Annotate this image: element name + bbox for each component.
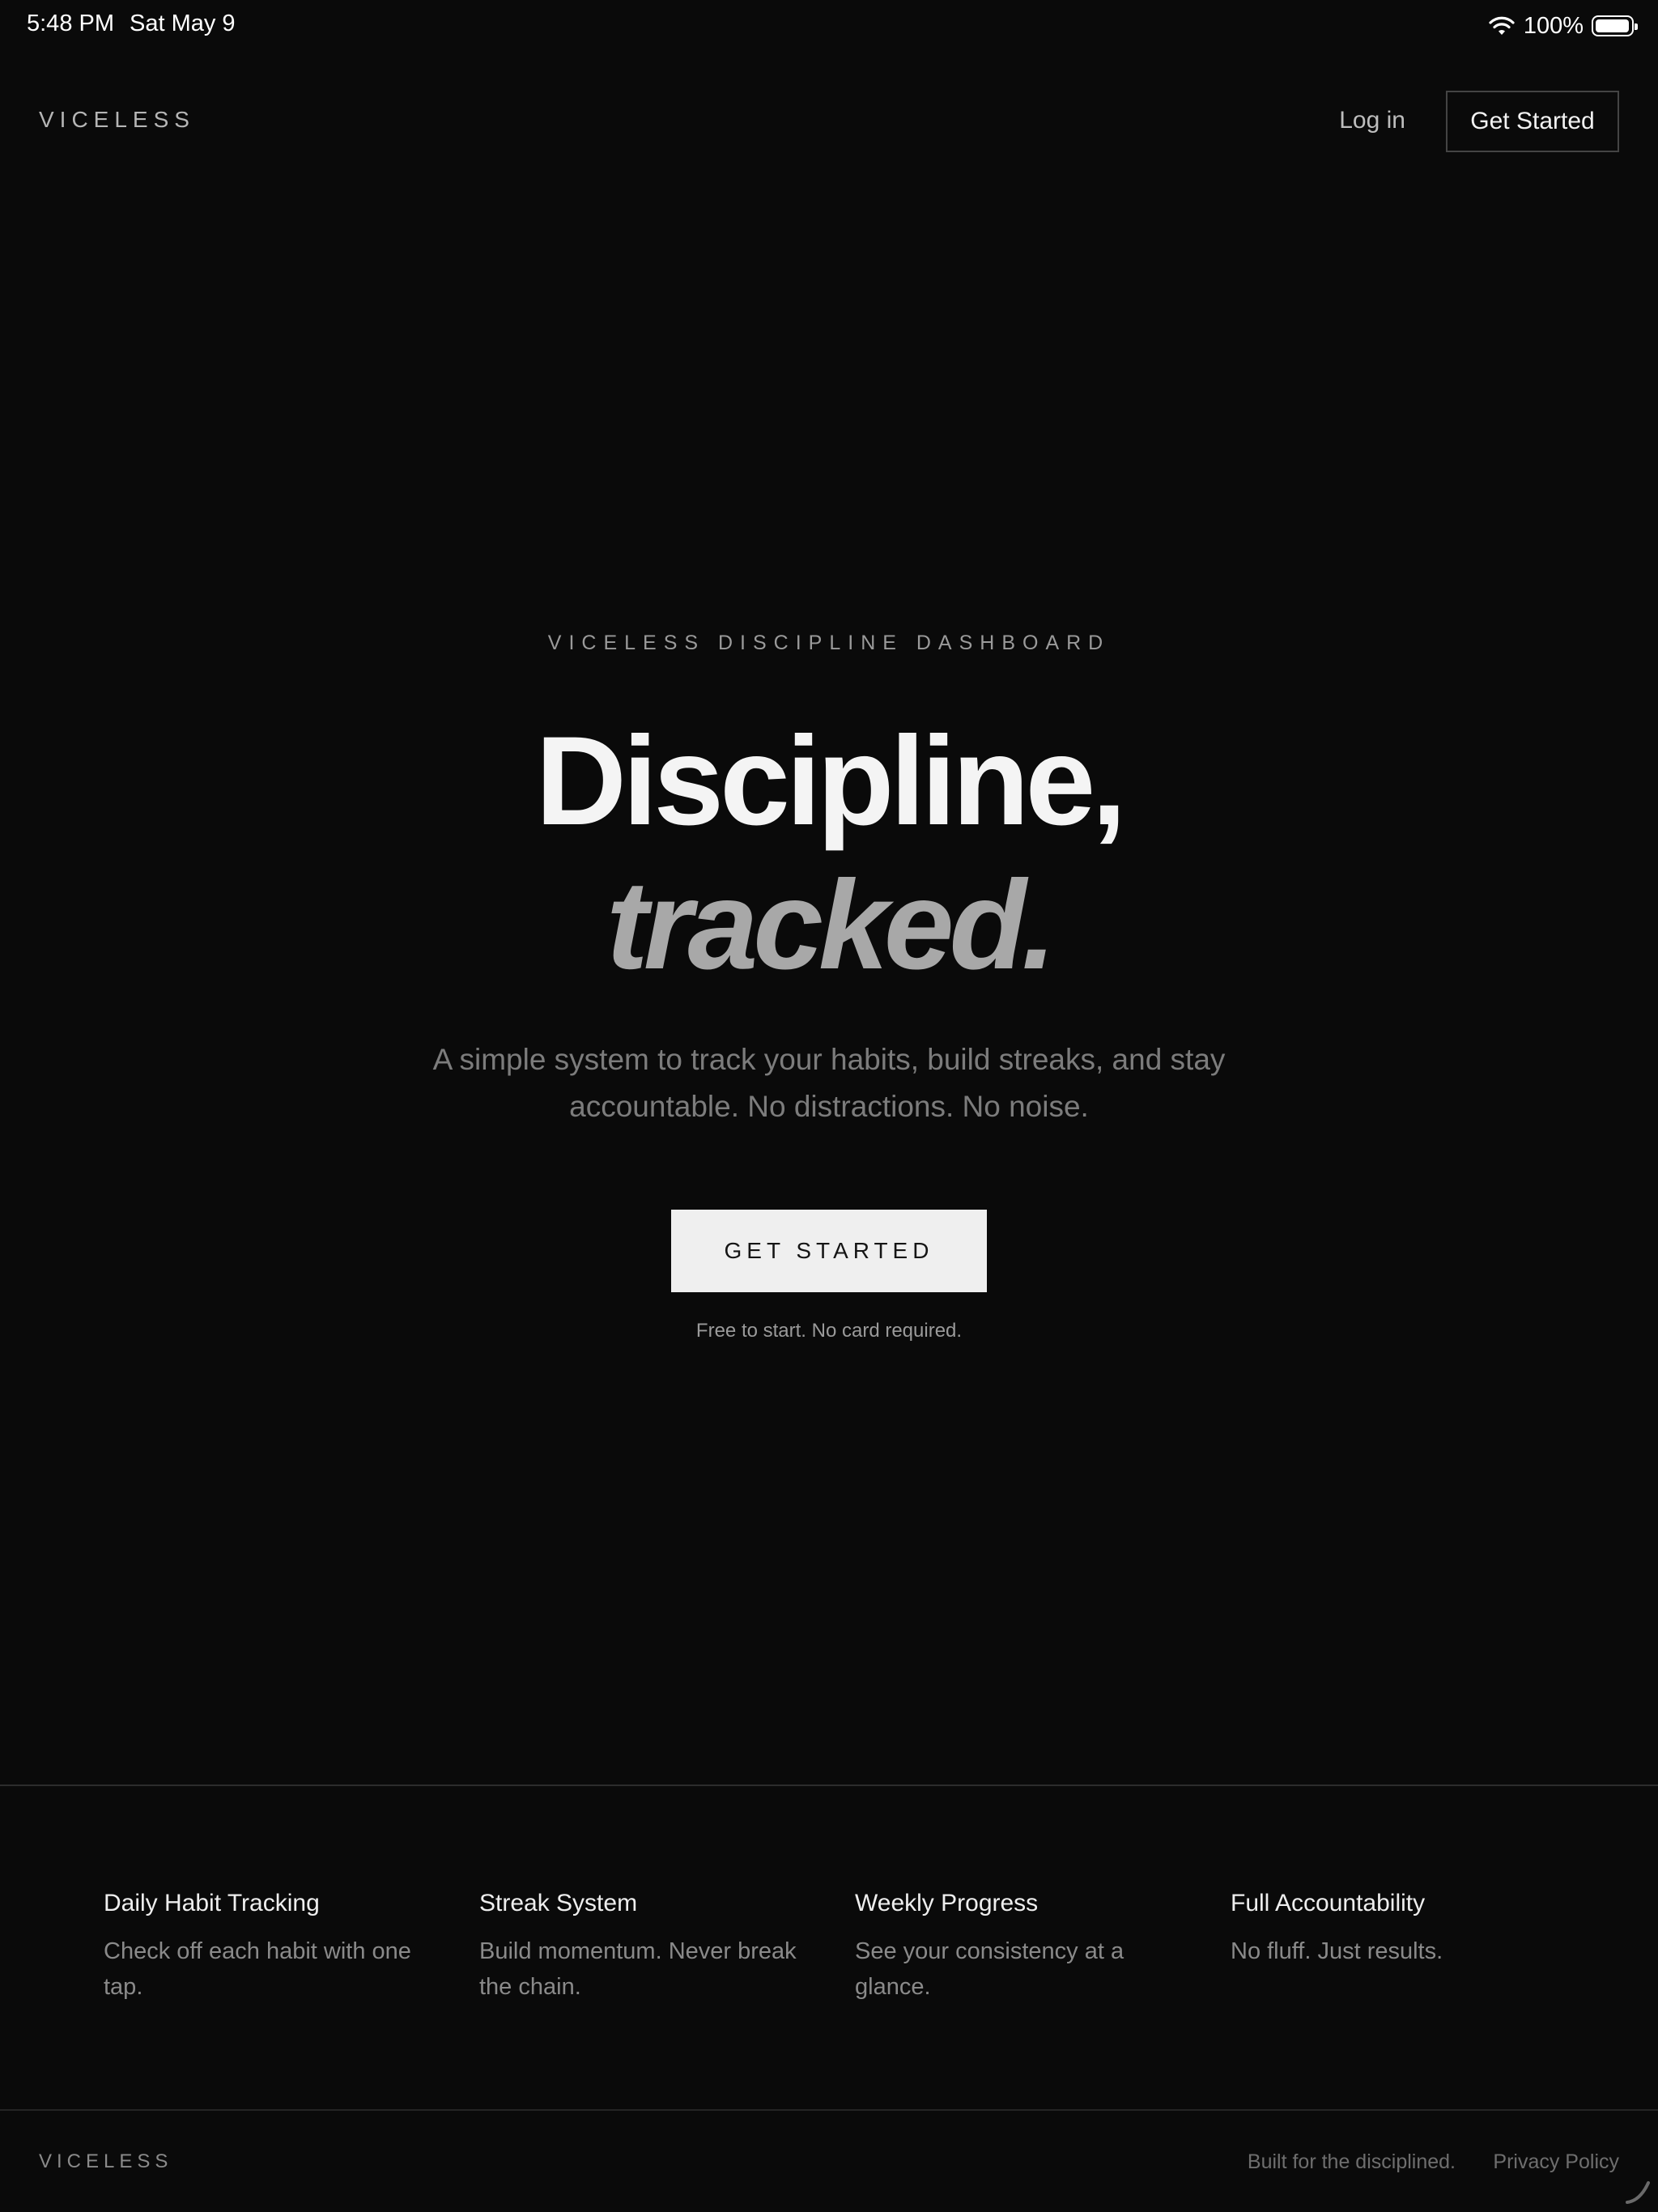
brand-logo[interactable]: VICELESS (39, 107, 195, 133)
hero-eyebrow: VICELESS DISCIPLINE DASHBOARD (547, 632, 1111, 654)
scroll-indicator-icon (1626, 2181, 1650, 2204)
status-bar: 5:48 PM Sat May 9 100% (0, 0, 1658, 52)
feature-daily-habit-tracking: Daily Habit Tracking Check off each habi… (104, 1890, 444, 2005)
status-time: 5:48 PM (27, 11, 114, 36)
wifi-icon (1489, 16, 1515, 35)
feature-description: See your consistency at a glance. (855, 1938, 1124, 2000)
hero-subcopy: A simple system to track your habits, bu… (432, 1043, 1226, 1123)
feature-title: Streak System (479, 1890, 638, 1916)
battery-nub (1635, 23, 1638, 30)
feature-title: Daily Habit Tracking (104, 1890, 320, 1916)
feature-title: Full Accountability (1231, 1890, 1426, 1916)
feature-full-accountability: Full Accountability No fluff. Just resul… (1231, 1890, 1571, 1969)
status-date: Sat May 9 (130, 11, 236, 36)
get-started-hero-button[interactable]: GET STARTED (671, 1210, 987, 1292)
section-divider (0, 1784, 1658, 1786)
privacy-policy-link[interactable]: Privacy Policy (1493, 2150, 1619, 2174)
hero-headline-line2: tracked. (606, 855, 1056, 996)
footer-divider (0, 2109, 1658, 2111)
feature-weekly-progress: Weekly Progress See your consistency at … (855, 1890, 1195, 2005)
login-link[interactable]: Log in (1339, 107, 1405, 134)
top-nav: VICELESS Log in Get Started (0, 91, 1658, 152)
hero-note: Free to start. No card required. (695, 1320, 963, 1342)
hero-headline-line1: Discipline, (535, 711, 1126, 852)
get-started-nav-button[interactable]: Get Started (1446, 91, 1619, 152)
landing-page: 5:48 PM Sat May 9 100% VICELESS Log in G… (0, 0, 1658, 2212)
battery-icon (1592, 15, 1638, 36)
battery-percent: 100% (1523, 12, 1584, 39)
feature-description: Build momentum. Never break the chain. (479, 1938, 797, 2000)
footer-brand: VICELESS (39, 2150, 173, 2172)
feature-streak-system: Streak System Build momentum. Never brea… (479, 1890, 819, 2005)
status-indicators: 100% (1488, 10, 1638, 42)
feature-title: Weekly Progress (855, 1890, 1039, 1916)
feature-description: No fluff. Just results. (1231, 1938, 1443, 1964)
battery-fill (1596, 19, 1629, 32)
feature-description: Check off each habit with one tap. (104, 1938, 411, 2000)
footer-tagline: Built for the disciplined. (1247, 2150, 1456, 2173)
